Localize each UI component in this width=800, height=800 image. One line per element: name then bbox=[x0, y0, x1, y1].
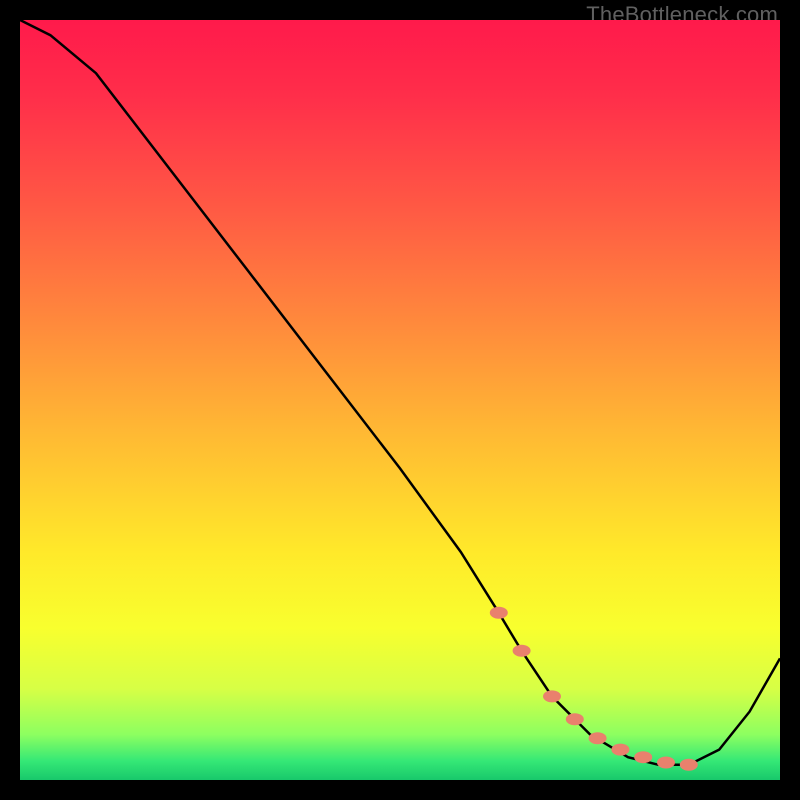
marker-dot bbox=[543, 690, 561, 702]
marker-dot bbox=[634, 751, 652, 763]
chart-svg bbox=[20, 20, 780, 780]
gradient-background bbox=[20, 20, 780, 780]
marker-dot bbox=[611, 744, 629, 756]
marker-dot bbox=[566, 713, 584, 725]
marker-dot bbox=[490, 607, 508, 619]
marker-dot bbox=[657, 757, 675, 769]
chart-frame bbox=[20, 20, 780, 780]
marker-dot bbox=[680, 759, 698, 771]
marker-dot bbox=[589, 732, 607, 744]
marker-dot bbox=[513, 645, 531, 657]
